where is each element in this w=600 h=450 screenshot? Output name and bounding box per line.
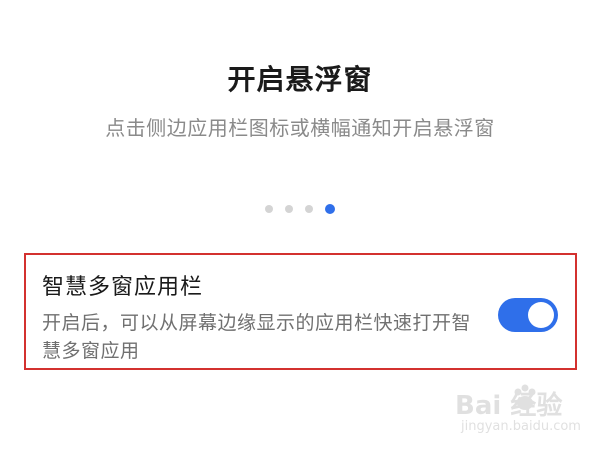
toggle-knob	[528, 302, 554, 328]
pager-dot[interactable]	[265, 205, 273, 213]
setting-title: 智慧多窗应用栏	[42, 275, 204, 300]
baidu-paw-icon	[514, 384, 536, 410]
page-title: 开启悬浮窗	[227, 63, 373, 96]
watermark-url: jingyan.baidu.com	[461, 419, 581, 434]
pager-dot[interactable]	[305, 205, 313, 213]
page-subtitle: 点击侧边应用栏图标或横幅通知开启悬浮窗	[105, 116, 495, 140]
pager-dot[interactable]	[285, 205, 293, 213]
setting-card[interactable]: 智慧多窗应用栏 开启后，可以从屏幕边缘显示的应用栏快速打开智慧多窗应用	[24, 253, 577, 370]
setting-description: 开启后，可以从屏幕边缘显示的应用栏快速打开智慧多窗应用	[42, 312, 472, 362]
pager-dots	[0, 204, 600, 214]
smart-multiwindow-toggle[interactable]	[498, 298, 558, 332]
watermark-logo: Bai 经验	[455, 391, 563, 421]
watermark: Bai 经验 jingyan.baidu.com	[455, 384, 585, 440]
pager-dot-active[interactable]	[325, 204, 335, 214]
